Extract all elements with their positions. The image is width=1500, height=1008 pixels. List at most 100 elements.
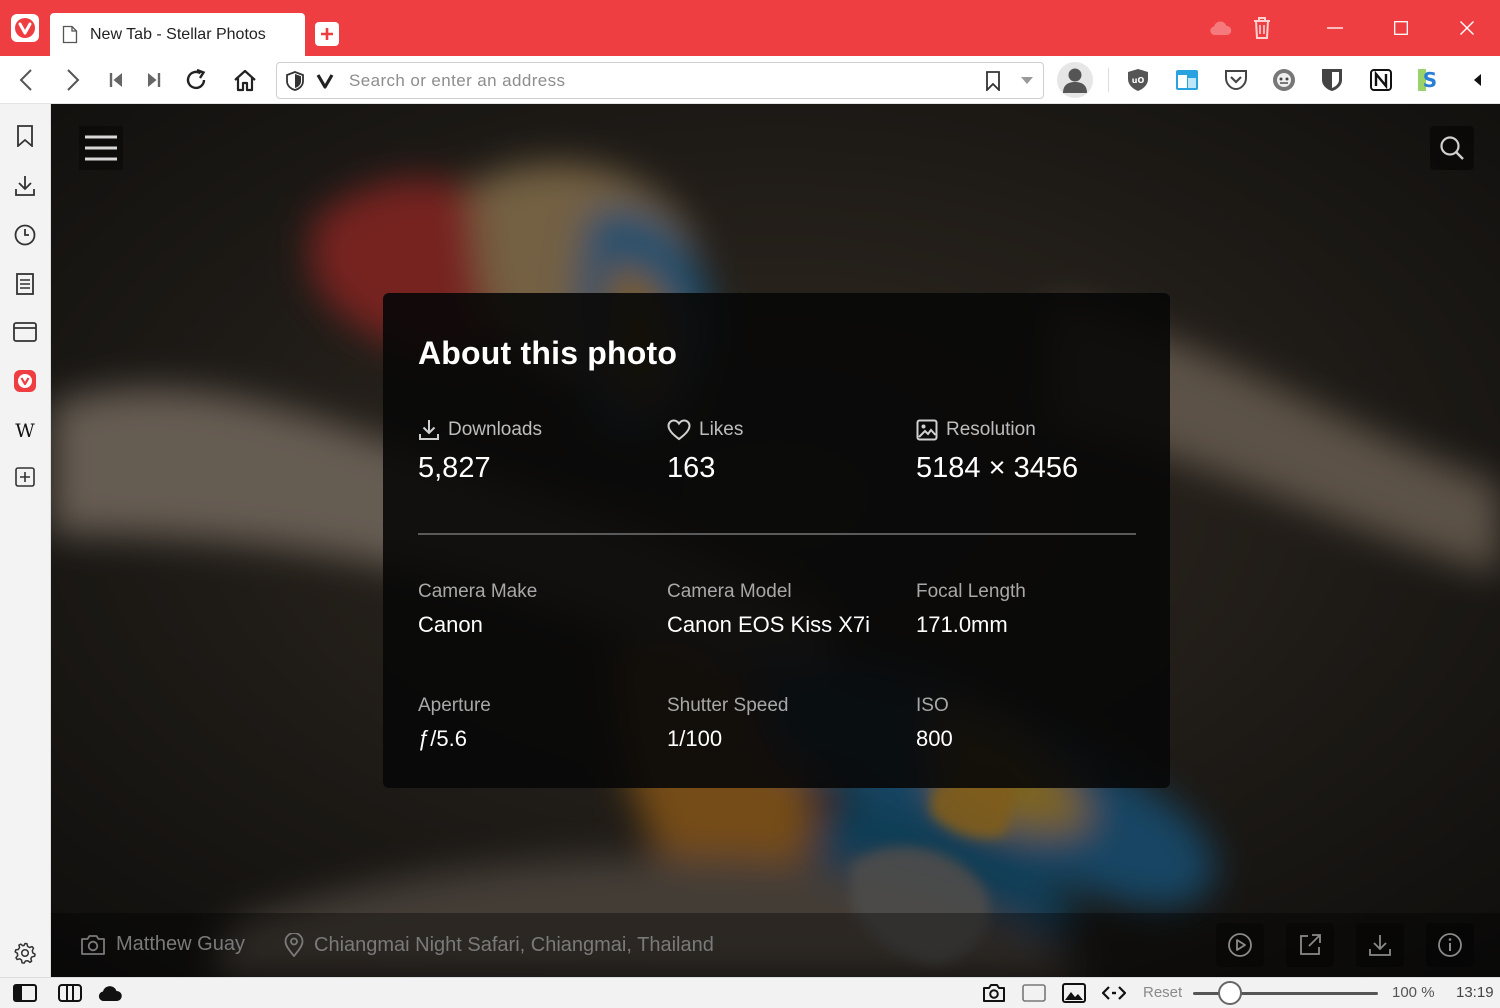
minimize-button[interactable]	[1302, 0, 1368, 56]
profile-avatar[interactable]	[1057, 62, 1093, 98]
exif-value: 1/100	[667, 726, 723, 751]
bitwarden-icon[interactable]	[1316, 64, 1348, 96]
shield-icon[interactable]	[285, 70, 305, 92]
maximize-button[interactable]	[1368, 0, 1434, 56]
tab-title: New Tab - Stellar Photos	[90, 25, 266, 43]
chevron-down-icon[interactable]	[1017, 70, 1037, 92]
back-button[interactable]	[10, 64, 42, 96]
navigation-toolbar: uO S	[0, 56, 1500, 104]
search-icon	[1440, 136, 1464, 160]
svg-text:W: W	[15, 420, 35, 440]
vivaldi-webpanel-icon[interactable]	[9, 365, 41, 397]
address-bar	[276, 62, 1044, 99]
reload-button[interactable]	[180, 64, 212, 96]
exif-value: 800	[916, 726, 953, 751]
bookmark-icon[interactable]	[983, 70, 1003, 92]
info-icon	[1438, 933, 1462, 957]
photographer-name: Matthew Guay	[116, 933, 245, 955]
panel-divider	[418, 533, 1136, 535]
tab-tiling-icon[interactable]	[56, 980, 84, 1006]
photographer-link[interactable]: Matthew Guay	[80, 933, 245, 956]
active-tab[interactable]: New Tab - Stellar Photos	[50, 13, 305, 56]
hamburger-menu-button[interactable]	[79, 126, 123, 170]
image-toggle-icon[interactable]	[1060, 980, 1088, 1006]
wikipedia-webpanel-icon[interactable]: W	[9, 414, 41, 446]
pocket-icon[interactable]	[1220, 64, 1252, 96]
download-photo-button[interactable]	[1356, 923, 1404, 967]
stat-likes: Likes 163	[667, 418, 743, 485]
location-text: Chiangmai Night Safari, Chiangmai, Thail…	[314, 933, 714, 956]
stat-resolution: Resolution 5184 × 3456	[916, 418, 1078, 485]
window-panel-icon[interactable]	[1171, 64, 1203, 96]
exif-value: ƒ/5.6	[418, 726, 467, 751]
panel-title: About this photo	[418, 335, 678, 371]
new-tab-button[interactable]	[315, 22, 339, 46]
exif-label: Shutter Speed	[667, 695, 789, 716]
heart-icon	[667, 419, 691, 441]
exif-shutter-speed: Shutter Speed 1/100	[667, 695, 788, 752]
camera-icon	[80, 934, 106, 956]
extension-s-icon[interactable]: S	[1413, 64, 1445, 96]
add-webpanel-icon[interactable]	[9, 461, 41, 493]
address-input[interactable]	[349, 69, 969, 93]
title-bar: New Tab - Stellar Photos	[0, 0, 1500, 56]
clock: 13:19	[1456, 984, 1494, 1001]
open-external-button[interactable]	[1286, 923, 1334, 967]
exif-aperture: Aperture ƒ/5.6	[418, 695, 491, 752]
slideshow-button[interactable]	[1216, 923, 1264, 967]
history-panel-icon[interactable]	[9, 219, 41, 251]
fast-forward-button[interactable]	[138, 64, 170, 96]
exif-focal-length: Focal Length 171.0mm	[916, 581, 1026, 638]
rewind-button[interactable]	[100, 64, 132, 96]
svg-text:S: S	[1423, 68, 1437, 92]
exif-label: Focal Length	[916, 581, 1026, 602]
window-panel-icon[interactable]	[9, 316, 41, 348]
notes-panel-icon[interactable]	[9, 268, 41, 300]
sync-cloud-icon[interactable]	[96, 980, 124, 1006]
photo-info-panel: About this photo Downloads 5,827 Likes 1…	[383, 293, 1170, 788]
settings-gear-icon[interactable]	[9, 937, 41, 969]
external-link-icon	[1300, 934, 1321, 955]
forward-button[interactable]	[57, 64, 89, 96]
status-bar: Reset 100 % 13:19	[0, 977, 1500, 1008]
page-tiling-icon[interactable]	[1020, 980, 1048, 1006]
trash-icon[interactable]	[1242, 8, 1282, 48]
window-controls	[1200, 0, 1500, 56]
ublock-icon[interactable]: uO	[1122, 64, 1154, 96]
extension-robot-icon[interactable]	[1268, 64, 1300, 96]
zoom-reset-button[interactable]: Reset	[1143, 984, 1182, 1001]
location-link[interactable]: Chiangmai Night Safari, Chiangmai, Thail…	[284, 933, 714, 957]
home-button[interactable]	[229, 64, 261, 96]
vivaldi-menu-icon[interactable]	[11, 14, 39, 42]
page-icon	[62, 25, 78, 44]
bookmarks-panel-icon[interactable]	[9, 120, 41, 152]
sync-cloud-icon[interactable]	[1200, 8, 1240, 48]
exif-label: Aperture	[418, 695, 491, 716]
stat-downloads: Downloads 5,827	[418, 418, 542, 485]
vivaldi-v-icon[interactable]	[315, 70, 335, 92]
notion-icon[interactable]	[1365, 64, 1397, 96]
exif-camera-model: Camera Model Canon EOS Kiss X7i	[667, 581, 870, 638]
download-icon	[1369, 935, 1391, 956]
web-content: About this photo Downloads 5,827 Likes 1…	[51, 104, 1500, 977]
play-icon	[1228, 933, 1252, 957]
side-panel: W	[0, 104, 51, 977]
stat-value: 163	[667, 452, 716, 484]
screenshot-camera-icon[interactable]	[980, 980, 1008, 1006]
location-pin-icon	[284, 933, 304, 957]
photo-info-button[interactable]	[1426, 923, 1474, 967]
exif-camera-make: Camera Make Canon	[418, 581, 537, 638]
exif-label: Camera Model	[667, 581, 792, 602]
exif-label: Camera Make	[418, 581, 538, 602]
search-button[interactable]	[1430, 126, 1474, 170]
download-icon	[418, 419, 440, 441]
close-button[interactable]	[1434, 0, 1500, 56]
extensions-toggle-icon[interactable]	[1462, 64, 1494, 96]
stat-value: 5184 × 3456	[916, 452, 1079, 484]
downloads-panel-icon[interactable]	[9, 170, 41, 202]
zoom-slider-thumb[interactable]	[1218, 981, 1242, 1005]
photo-credit-bar: Matthew Guay Chiangmai Night Safari, Chi…	[51, 913, 1500, 977]
page-actions-icon[interactable]	[1100, 980, 1128, 1006]
panel-toggle-icon[interactable]	[11, 980, 39, 1006]
stat-label: Resolution	[946, 419, 1036, 440]
